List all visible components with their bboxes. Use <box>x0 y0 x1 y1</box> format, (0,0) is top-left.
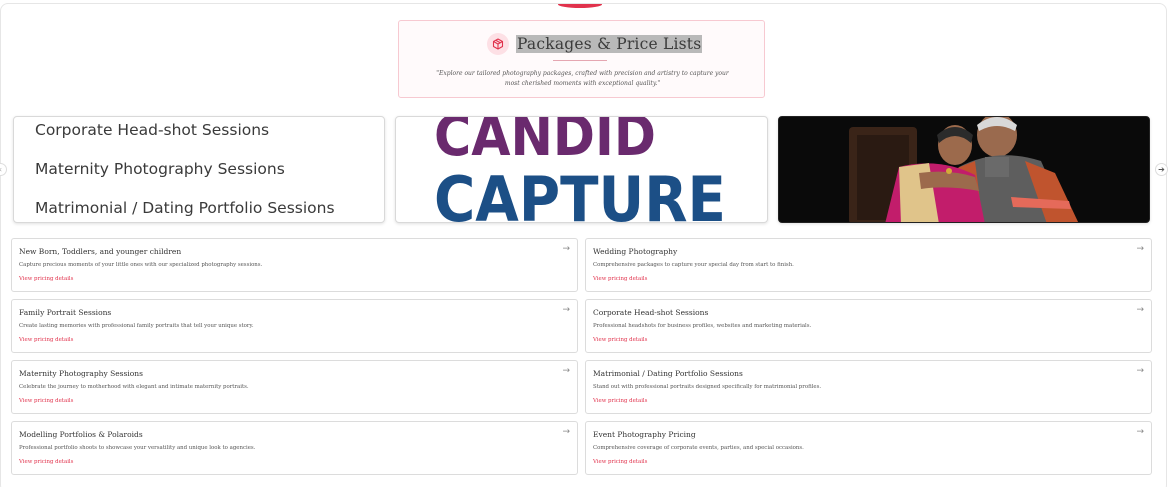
service-list-item: Maternity Photography Sessions <box>35 160 285 178</box>
header-title-row: Packages & Price Lists <box>487 32 703 56</box>
logo-line1: CANDID <box>434 117 656 169</box>
candid-capture-logo: CANDID CAPTURE <box>434 117 726 223</box>
arrow-right-icon[interactable]: → <box>562 366 570 376</box>
package-title: Event Photography Pricing <box>593 430 696 439</box>
arrow-right-icon[interactable]: → <box>1136 305 1144 315</box>
view-pricing-link[interactable]: View pricing details <box>19 276 73 282</box>
view-pricing-link[interactable]: View pricing details <box>593 337 647 343</box>
package-card[interactable]: Wedding Photography Comprehensive package… <box>585 238 1152 292</box>
carousel-slide-logo[interactable]: CANDID CAPTURE <box>395 116 768 223</box>
service-list-item: Matrimonial / Dating Portfolio Sessions <box>35 199 335 217</box>
page-title: Packages & Price Lists <box>516 35 703 53</box>
logo-line2: CAPTURE <box>434 163 726 223</box>
service-list-item: Corporate Head-shot Sessions <box>35 121 270 139</box>
package-title: Corporate Head-shot Sessions <box>593 308 709 317</box>
package-description: Create lasting memories with professiona… <box>19 323 254 329</box>
section-header-card: Packages & Price Lists "Explore our tail… <box>398 20 765 98</box>
package-card[interactable]: Family Portrait Sessions Create lasting m… <box>11 299 578 353</box>
view-pricing-link[interactable]: View pricing details <box>19 398 73 404</box>
package-title: Matrimonial / Dating Portfolio Sessions <box>593 369 743 378</box>
package-card[interactable]: Modelling Portfolios & Polaroids Professi… <box>11 421 578 475</box>
package-description: Celebrate the journey to motherhood with… <box>19 384 249 390</box>
package-title: Maternity Photography Sessions <box>19 369 143 378</box>
title-divider <box>553 60 607 61</box>
package-description: Comprehensive coverage of corporate even… <box>593 445 804 451</box>
header-description: "Explore our tailored photography packag… <box>436 70 729 87</box>
chevron-right-icon[interactable]: ➔ <box>1155 163 1168 176</box>
view-pricing-link[interactable]: View pricing details <box>19 337 73 343</box>
arrow-right-icon[interactable]: → <box>1136 427 1144 437</box>
view-pricing-link[interactable]: View pricing details <box>593 398 647 404</box>
package-card[interactable]: Corporate Head-shot Sessions Professional… <box>585 299 1152 353</box>
package-title: Family Portrait Sessions <box>19 308 112 317</box>
view-pricing-link[interactable]: View pricing details <box>593 459 647 465</box>
package-title: Modelling Portfolios & Polaroids <box>19 430 143 439</box>
package-title: Wedding Photography <box>593 247 678 256</box>
package-description: Professional headshots for business prof… <box>593 323 812 329</box>
arrow-right-icon[interactable]: → <box>1136 366 1144 376</box>
package-description: Comprehensive packages to capture your s… <box>593 262 794 268</box>
elderly-couple-photo <box>779 117 1149 222</box>
package-card[interactable]: New Born, Toddlers, and younger children… <box>11 238 578 292</box>
arrow-right-icon[interactable]: → <box>562 244 570 254</box>
arrow-right-icon[interactable]: → <box>562 305 570 315</box>
package-title: New Born, Toddlers, and younger children <box>19 247 182 256</box>
package-description: Stand out with professional portraits de… <box>593 384 822 390</box>
arrow-right-icon[interactable]: → <box>1136 244 1144 254</box>
carousel-slide-services[interactable]: Corporate Head-shot Sessions Maternity P… <box>13 116 385 223</box>
service-list: Corporate Head-shot Sessions Maternity P… <box>35 120 335 222</box>
arrow-right-icon[interactable]: → <box>562 427 570 437</box>
view-pricing-link[interactable]: View pricing details <box>593 276 647 282</box>
carousel-slide-photo[interactable] <box>778 116 1150 223</box>
package-icon <box>487 33 509 55</box>
view-pricing-link[interactable]: View pricing details <box>19 459 73 465</box>
package-card[interactable]: Maternity Photography Sessions Celebrate … <box>11 360 578 414</box>
package-description: Professional portfolio shoots to showcas… <box>19 445 256 451</box>
package-card[interactable]: Matrimonial / Dating Portfolio Sessions S… <box>585 360 1152 414</box>
package-card[interactable]: Event Photography Pricing Comprehensive c… <box>585 421 1152 475</box>
package-description: Capture precious moments of your little … <box>19 262 263 268</box>
